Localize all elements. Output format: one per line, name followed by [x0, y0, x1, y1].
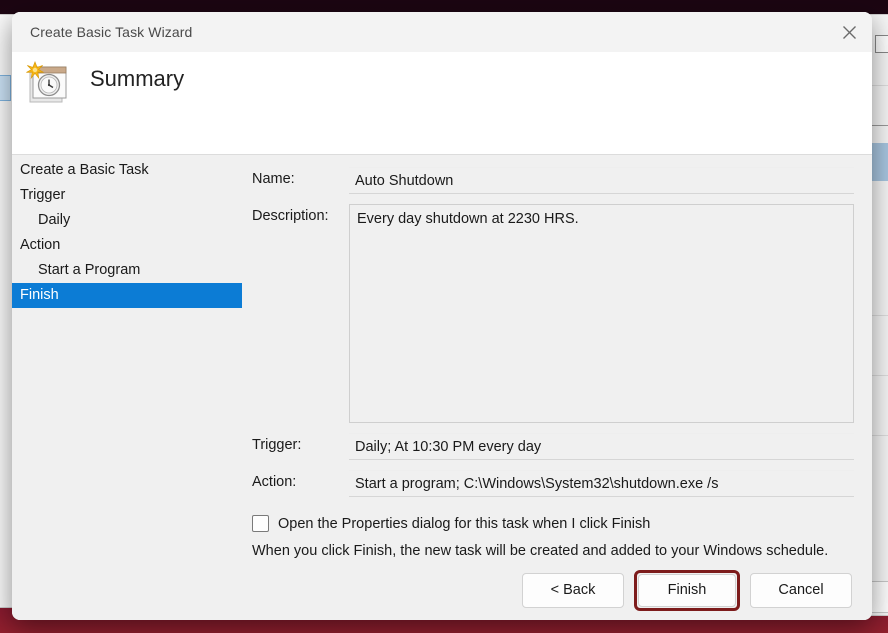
background-window-right-checkbox [875, 35, 888, 53]
cancel-button[interactable]: Cancel [750, 572, 852, 608]
sidebar-item-finish[interactable]: Finish [12, 283, 242, 308]
create-basic-task-wizard-dialog: Create Basic Task Wizard Summary Create … [12, 12, 872, 620]
back-button[interactable]: < Back [522, 572, 624, 608]
action-field[interactable]: Start a program; C:\Windows\System32\shu… [349, 470, 854, 497]
trigger-row: Trigger: Daily; At 10:30 PM every day [252, 433, 854, 460]
dialog-footer: < Back Finish Cancel [12, 560, 872, 620]
page-title: Summary [90, 66, 185, 91]
background-window-left-selected-row [0, 75, 11, 101]
description-row: Description: Every day shutdown at 2230 … [252, 204, 854, 423]
sidebar-item-trigger[interactable]: Trigger [12, 183, 252, 208]
description-field[interactable]: Every day shutdown at 2230 HRS. [349, 204, 854, 423]
finish-button[interactable]: Finish [638, 573, 736, 607]
task-calendar-clock-icon [22, 56, 76, 110]
open-properties-checkbox-label[interactable]: Open the Properties dialog for this task… [278, 516, 650, 532]
dialog-body: Create a Basic Task Trigger Daily Action… [12, 155, 872, 560]
name-label: Name: [252, 171, 295, 187]
name-row: Name: Auto Shutdown [252, 167, 854, 194]
action-row: Action: Start a program; C:\Windows\Syst… [252, 470, 854, 497]
trigger-field[interactable]: Daily; At 10:30 PM every day [349, 433, 854, 460]
description-label: Description: [252, 208, 329, 224]
open-properties-checkbox-row[interactable]: Open the Properties dialog for this task… [252, 515, 854, 532]
action-label: Action: [252, 474, 297, 490]
dialog-titlebar: Create Basic Task Wizard [12, 12, 872, 52]
wizard-steps-nav: Create a Basic Task Trigger Daily Action… [12, 155, 252, 560]
summary-form: Name: Auto Shutdown Description: Every d… [252, 155, 872, 560]
dialog-header: Summary [12, 52, 872, 155]
dialog-title: Create Basic Task Wizard [30, 24, 193, 40]
sidebar-item-action[interactable]: Action [12, 233, 252, 258]
open-properties-checkbox[interactable] [252, 515, 269, 532]
sidebar-item-daily[interactable]: Daily [12, 208, 252, 233]
sidebar-item-create-a-basic-task[interactable]: Create a Basic Task [12, 158, 252, 183]
close-icon[interactable] [826, 12, 872, 52]
finish-note-text: When you click Finish, the new task will… [252, 543, 829, 559]
trigger-label: Trigger: [252, 437, 302, 453]
name-field[interactable]: Auto Shutdown [349, 167, 854, 194]
finish-button-highlight: Finish [634, 569, 740, 611]
sidebar-item-start-a-program[interactable]: Start a Program [12, 258, 252, 283]
